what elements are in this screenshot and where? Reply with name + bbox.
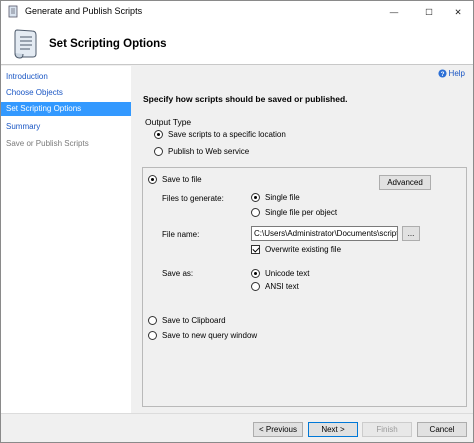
radio-save-to-location[interactable]: Save scripts to a specific location [154, 130, 286, 139]
help-label: Help [448, 69, 465, 78]
radio-button[interactable] [251, 269, 260, 278]
browse-button[interactable]: ... [402, 226, 420, 241]
checkbox-label: Overwrite existing file [265, 245, 342, 254]
radio-ansi-text[interactable]: ANSI text [251, 282, 299, 291]
radio-button[interactable] [148, 331, 157, 340]
radio-button[interactable] [154, 147, 163, 156]
radio-label: Save to Clipboard [162, 316, 226, 325]
file-name-input[interactable]: C:\Users\Administrator\Documents\script.… [251, 226, 398, 241]
radio-button[interactable] [148, 316, 157, 325]
radio-label: Unicode text [265, 269, 310, 278]
finish-button: Finish [362, 422, 412, 437]
save-as-label: Save as: [162, 269, 194, 278]
instruction-text: Specify how scripts should be saved or p… [143, 94, 348, 104]
radio-save-to-file[interactable]: Save to file [148, 175, 202, 184]
title-bar: Generate and Publish Scripts — ☐ ✕ [1, 1, 473, 23]
minimize-icon: — [389, 7, 399, 17]
radio-label: Save to new query window [162, 331, 258, 340]
main-content: ? Help Specify how scripts should be sav… [132, 66, 473, 413]
help-icon: ? [437, 69, 447, 78]
nav-item-choose-objects[interactable]: Choose Objects [1, 86, 131, 100]
radio-save-to-clipboard[interactable]: Save to Clipboard [148, 316, 226, 325]
wizard-footer: < Previous Next > Finish Cancel [1, 413, 473, 442]
nav-item-summary[interactable]: Summary [1, 120, 131, 134]
close-icon: ✕ [454, 6, 462, 17]
overwrite-checkbox[interactable] [251, 245, 260, 254]
radio-button[interactable] [251, 208, 260, 217]
radio-button[interactable] [154, 130, 163, 139]
files-to-generate-label: Files to generate: [162, 194, 224, 203]
nav-item-introduction[interactable]: Introduction [1, 70, 131, 84]
radio-save-to-query-window[interactable]: Save to new query window [148, 331, 257, 340]
close-button[interactable]: ✕ [443, 1, 473, 23]
overwrite-existing-file[interactable]: Overwrite existing file [251, 245, 341, 254]
radio-button[interactable] [251, 193, 260, 202]
svg-text:?: ? [440, 71, 444, 78]
radio-label: Save scripts to a specific location [168, 130, 286, 139]
file-name-label: File name: [162, 230, 200, 239]
radio-label: Single file per object [265, 208, 338, 217]
previous-button[interactable]: < Previous [253, 422, 303, 437]
maximize-icon: ☐ [425, 6, 433, 17]
advanced-button[interactable]: Advanced [379, 175, 431, 190]
scroll-icon [14, 29, 37, 59]
nav-item-save-or-publish: Save or Publish Scripts [6, 139, 89, 148]
wizard-steps-nav: Introduction Choose Objects Set Scriptin… [1, 66, 131, 413]
scroll-icon [8, 5, 18, 18]
radio-label: ANSI text [265, 282, 299, 291]
radio-publish-web-service[interactable]: Publish to Web service [154, 147, 249, 156]
output-type-label: Output Type [145, 117, 192, 127]
radio-label: Single file [265, 193, 300, 202]
wizard-window: Generate and Publish Scripts — ☐ ✕ Set S… [0, 0, 474, 443]
radio-single-file[interactable]: Single file [251, 193, 300, 202]
save-options-panel: Save to file Advanced Files to generate:… [142, 167, 467, 407]
radio-unicode-text[interactable]: Unicode text [251, 269, 309, 278]
page-header: Set Scripting Options [1, 23, 473, 65]
nav-item-set-scripting-options[interactable]: Set Scripting Options [1, 102, 131, 116]
radio-button[interactable] [148, 175, 157, 184]
cancel-button[interactable]: Cancel [417, 422, 467, 437]
radio-single-file-per-object[interactable]: Single file per object [251, 208, 337, 217]
window-title: Generate and Publish Scripts [25, 6, 143, 16]
help-link[interactable]: ? Help [437, 69, 465, 78]
minimize-button[interactable]: — [379, 1, 409, 23]
next-button[interactable]: Next > [308, 422, 358, 437]
radio-label: Publish to Web service [168, 147, 250, 156]
radio-label: Save to file [162, 175, 202, 184]
page-title: Set Scripting Options [49, 38, 167, 50]
maximize-button[interactable]: ☐ [414, 1, 444, 23]
radio-button[interactable] [251, 282, 260, 291]
